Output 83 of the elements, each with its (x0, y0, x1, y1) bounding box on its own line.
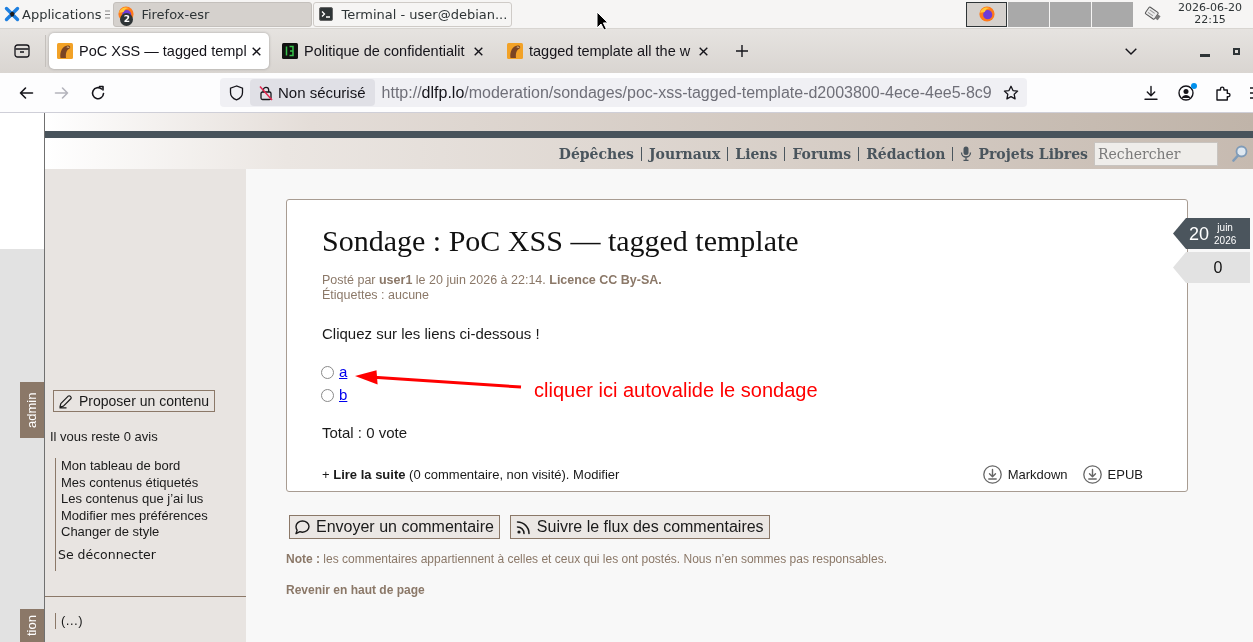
reload-icon[interactable] (90, 84, 106, 101)
article-meta: Posté par user1 le 20 juin 2026 à 22:14. Licence CC By-SA. (322, 272, 662, 287)
date-year: 2026 (1214, 233, 1237, 247)
logo-icon (57, 43, 73, 59)
crossed-lock-icon (259, 84, 273, 101)
article-title: Sondage : PoC XSS — tagged template (322, 223, 799, 259)
rss-icon (514, 518, 532, 536)
address-bar[interactable]: Non sécurisé http://dlfp.lo/moderation/sondages/poc-xss-tagged-template-d2003800-4ece-4ee5-8c9 (220, 78, 1027, 107)
side-tab[interactable]: admin (20, 382, 44, 438)
taskbar-window-button[interactable]: Terminal - user@debian... (313, 1, 513, 27)
applications-menu[interactable]: Applications (4, 2, 102, 26)
sidebar-link[interactable]: Les contenus que j’ai lus (61, 491, 204, 508)
menu-icon[interactable] (1250, 86, 1253, 99)
close-icon[interactable] (251, 46, 261, 56)
export-link[interactable]: EPUB (1082, 465, 1143, 484)
sidebar-link[interactable]: Mes contenus étiquetés (61, 474, 199, 491)
annotation-text: cliquer ici autovalide le sondage (534, 378, 818, 402)
vote-total: Total : 0 vote (322, 423, 408, 443)
shield-icon[interactable] (229, 84, 244, 101)
download-icon (1082, 465, 1102, 484)
export-link[interactable]: Markdown (982, 465, 1068, 484)
side-tab[interactable]: tion (20, 609, 44, 642)
poll-option-link[interactable]: a (339, 363, 348, 381)
remaining-votes-text: Il vous reste 0 avis (50, 428, 158, 444)
nav-link[interactable]: Projets Libres (978, 145, 1088, 162)
nav-link[interactable]: Journaux (649, 145, 721, 162)
download-icon[interactable] (1143, 84, 1159, 101)
read-more-link[interactable]: Lire la suite (333, 466, 406, 482)
logo-icon (507, 43, 523, 59)
more-link[interactable]: (…) (61, 613, 83, 629)
url-text: http://dlfp.lo/moderation/sondages/poc-xss-tagged-template-d2003800-4ece-4ee5-8c9 (381, 83, 992, 102)
comment-count: 0 (1173, 252, 1250, 283)
browser-tab[interactable]: PoC XSS — tagged templ (49, 33, 269, 69)
chevron-down-icon[interactable] (1125, 47, 1137, 55)
grip-icon (105, 9, 111, 19)
back-to-top-link[interactable]: Revenir en haut de page (286, 582, 425, 598)
disclaimer-text: Note : les commentaires appartiennent à celles et ceux qui les ont postés. Nous n’en sommes pas responsables. (286, 551, 887, 567)
maximize-icon[interactable] (1233, 47, 1240, 55)
nav-link[interactable]: Forums (792, 145, 852, 162)
account-icon[interactable] (1178, 84, 1194, 101)
edit-link[interactable]: Modifier (573, 466, 620, 482)
terminal-icon (282, 43, 298, 59)
minimize-icon[interactable] (1200, 53, 1210, 57)
workspace-button[interactable] (966, 1, 1008, 27)
close-icon[interactable] (474, 46, 483, 56)
article-text: Cliquez sur les liens ci-dessous ! (322, 324, 540, 344)
browser-logo-icon (978, 6, 995, 22)
poll-option-link[interactable]: b (339, 386, 348, 404)
radio-button[interactable] (321, 388, 334, 402)
terminal-icon (319, 7, 334, 21)
read-more-text: + Lire la suite (0 commentaire, non visité). Modifier (322, 465, 620, 484)
browser-tab[interactable]: tagged template all the w (499, 33, 719, 69)
sidebar-link[interactable]: Mon tableau de bord (61, 458, 181, 475)
security-indicator[interactable]: Non sécurisé (250, 79, 375, 106)
new-tab-icon[interactable] (736, 45, 748, 57)
download-icon (982, 465, 1002, 484)
radio-button[interactable] (321, 365, 334, 379)
back-icon[interactable] (18, 84, 34, 101)
nav-link[interactable]: Dépêches (558, 145, 634, 162)
browser-tab[interactable]: Politique de confidentialit (274, 33, 494, 69)
comments-feed-button[interactable]: Suivre le flux des commentaires (509, 515, 770, 539)
clock-time: 22:15 (1194, 14, 1226, 26)
pencil-icon (58, 393, 73, 409)
nav-link[interactable]: Liens (735, 145, 778, 162)
propose-content-button[interactable]: Proposer un contenu (53, 390, 215, 412)
date-month: juin (1217, 220, 1233, 234)
speech-bubble-icon (294, 518, 311, 536)
box-icon[interactable] (14, 43, 30, 59)
star-icon[interactable] (1003, 84, 1019, 101)
send-comment-button[interactable]: Envoyer un commentaire (289, 515, 500, 539)
taskbar-window-button[interactable]: 2 Firefox-esr (113, 1, 313, 27)
puzzle-icon[interactable] (1215, 84, 1231, 101)
date-day: 20 (1189, 223, 1210, 244)
nav-link[interactable]: Rédaction (866, 145, 946, 162)
logout-button[interactable]: Se déconnecter (58, 546, 156, 564)
article-tags: Étiquettes : aucune (322, 287, 430, 303)
x-logo-icon (4, 6, 20, 22)
sidebar-link[interactable]: Modifier mes préférences (61, 507, 208, 524)
sidebar-link[interactable]: Changer de style (61, 524, 160, 541)
search-field[interactable]: Rechercher (1094, 141, 1218, 166)
microphone-icon (960, 146, 973, 161)
close-icon[interactable] (699, 46, 708, 56)
clock-date: 2026-06-20 (1178, 2, 1242, 14)
